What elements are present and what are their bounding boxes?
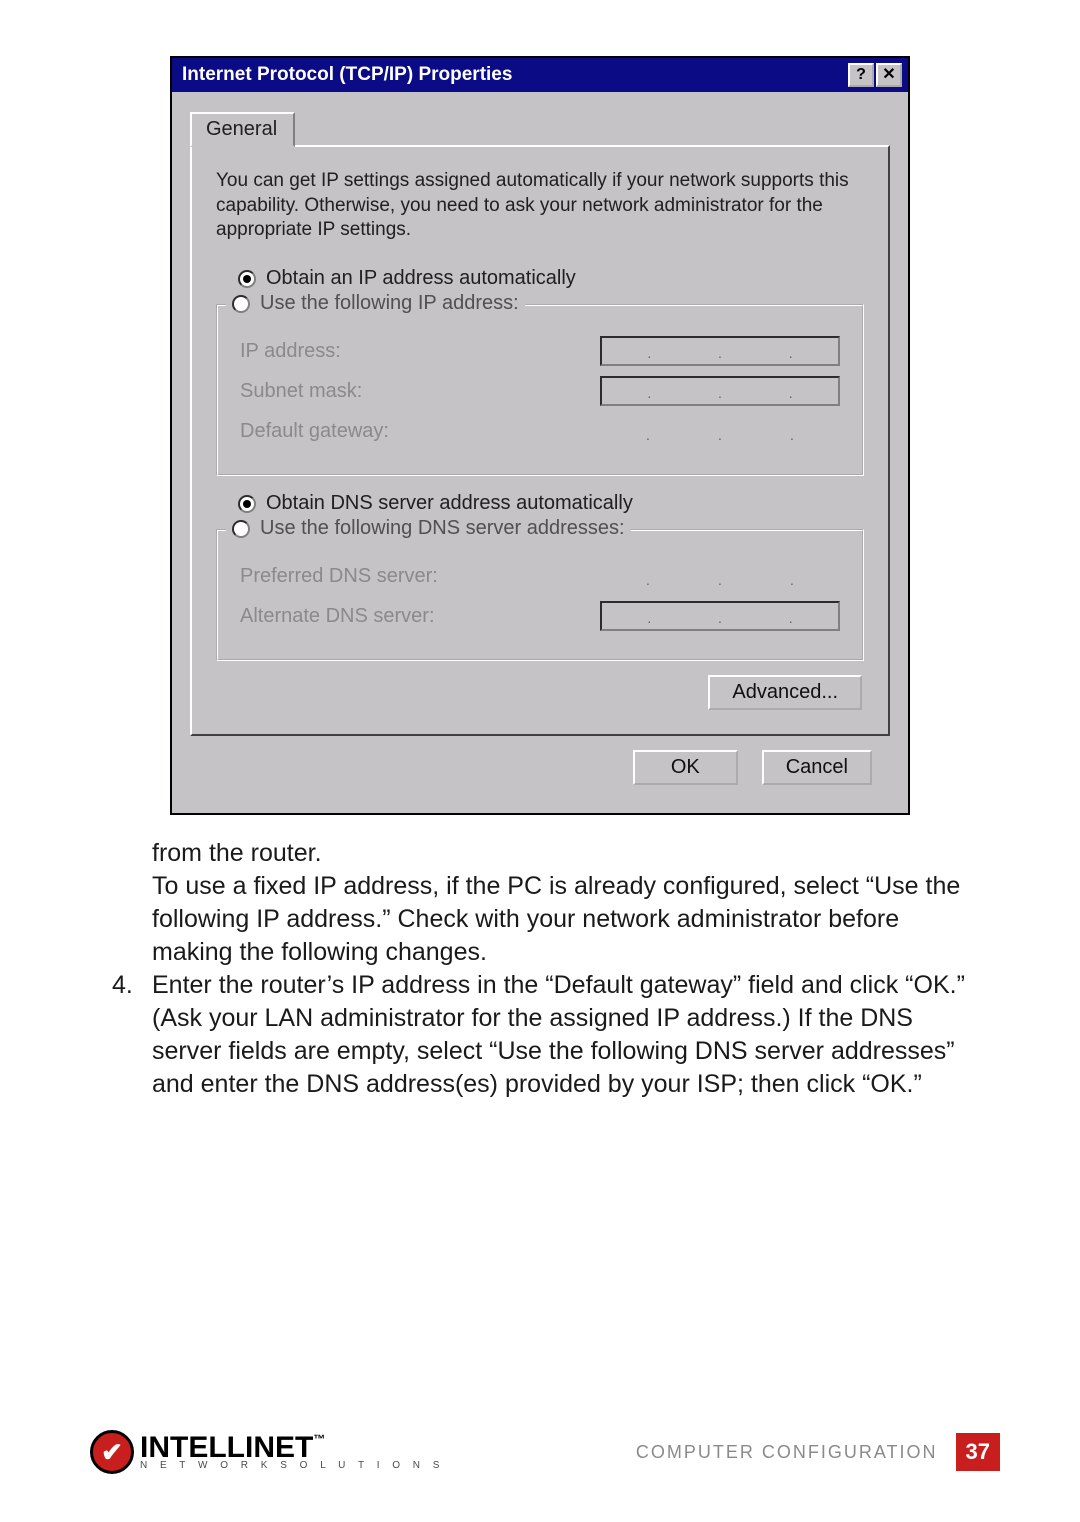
- input-alternate-dns[interactable]: ...: [600, 601, 840, 631]
- radio-label: Obtain an IP address automatically: [266, 267, 576, 290]
- input-ip-address[interactable]: ...: [600, 336, 840, 366]
- dialog-titlebar: Internet Protocol (TCP/IP) Properties ? …: [172, 58, 908, 92]
- advanced-button[interactable]: Advanced...: [708, 675, 862, 710]
- close-button[interactable]: ✕: [876, 63, 902, 87]
- radio-obtain-ip-auto[interactable]: Obtain an IP address automatically: [238, 267, 864, 290]
- brand-name: INTELLINET™: [140, 1434, 444, 1461]
- label-preferred-dns: Preferred DNS server:: [240, 565, 438, 588]
- dialog-title: Internet Protocol (TCP/IP) Properties: [182, 64, 512, 86]
- general-panel: You can get IP settings assigned automat…: [190, 145, 890, 736]
- radio-use-following-dns[interactable]: Use the following DNS server addresses:: [226, 517, 631, 540]
- radio-label: Use the following DNS server addresses:: [260, 517, 625, 540]
- radio-label: Use the following IP address:: [260, 292, 519, 315]
- input-subnet-mask[interactable]: ...: [600, 376, 840, 406]
- radio-obtain-dns-auto[interactable]: Obtain DNS server address automatically: [238, 492, 864, 515]
- tcpip-properties-dialog: Internet Protocol (TCP/IP) Properties ? …: [170, 56, 910, 815]
- footer-section: COMPUTER CONFIGURATION: [636, 1442, 938, 1463]
- help-icon: ?: [856, 67, 866, 83]
- input-default-gateway[interactable]: ...: [600, 416, 840, 446]
- radio-icon: [232, 520, 250, 538]
- ok-button[interactable]: OK: [633, 750, 738, 785]
- ip-address-group: Use the following IP address: IP address…: [216, 304, 864, 476]
- brand-logo: INTELLINET™ N E T W O R K S O L U T I O …: [90, 1430, 444, 1474]
- radio-label: Obtain DNS server address automatically: [266, 492, 633, 515]
- tab-general[interactable]: General: [190, 112, 295, 147]
- label-alternate-dns: Alternate DNS server:: [240, 605, 435, 628]
- input-preferred-dns[interactable]: ...: [600, 561, 840, 591]
- label-ip-address: IP address:: [240, 340, 341, 363]
- help-button[interactable]: ?: [848, 63, 874, 87]
- radio-icon: [238, 495, 256, 513]
- label-subnet-mask: Subnet mask:: [240, 380, 362, 403]
- brand-tagline: N E T W O R K S O L U T I O N S: [140, 1461, 444, 1470]
- doc-paragraph: To use a fixed IP address, if the PC is …: [112, 870, 984, 969]
- label-default-gateway: Default gateway:: [240, 420, 389, 443]
- radio-icon: [238, 270, 256, 288]
- dns-group: Use the following DNS server addresses: …: [216, 529, 864, 661]
- document-body: from the router. To use a fixed IP addre…: [90, 837, 990, 1101]
- radio-use-following-ip[interactable]: Use the following IP address:: [226, 292, 525, 315]
- close-icon: ✕: [882, 67, 895, 83]
- radio-icon: [232, 295, 250, 313]
- intro-text: You can get IP settings assigned automat…: [216, 169, 864, 243]
- step-number: 4.: [112, 969, 152, 1101]
- page-footer: INTELLINET™ N E T W O R K S O L U T I O …: [90, 1430, 1000, 1474]
- step-text: Enter the router’s IP address in the “De…: [152, 969, 984, 1101]
- cancel-button[interactable]: Cancel: [762, 750, 872, 785]
- doc-line: from the router.: [112, 837, 984, 870]
- check-icon: [90, 1430, 134, 1474]
- page-number: 37: [956, 1433, 1000, 1471]
